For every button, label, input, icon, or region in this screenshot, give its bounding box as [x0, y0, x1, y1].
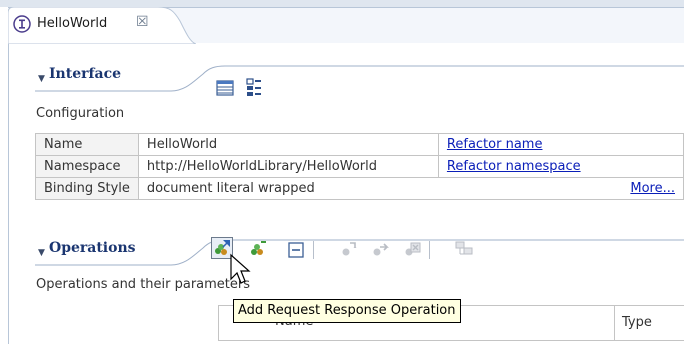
tooltip: Add Request Response Operation — [233, 299, 461, 323]
table-view-icon[interactable] — [215, 78, 235, 98]
configuration-subtitle: Configuration — [36, 106, 125, 121]
table-row: Binding Style document literal wrapped M… — [35, 177, 684, 200]
row-key: Name — [35, 133, 139, 156]
row-key: Binding Style — [35, 177, 139, 200]
more-cell: More... — [438, 177, 684, 200]
interface-icon — [13, 15, 31, 33]
operations-section-rule — [35, 239, 684, 266]
interface-section-rule — [35, 65, 684, 92]
svg-text:1: 1 — [353, 243, 357, 250]
close-icon[interactable]: ☒ — [136, 14, 149, 30]
refactor-name-cell: Refactor name — [438, 133, 684, 156]
column-header-type[interactable]: Type — [622, 315, 652, 330]
configuration-table: Name HelloWorld Refactor name Namespace … — [35, 133, 684, 200]
refactor-namespace-link[interactable]: Refactor namespace — [447, 159, 581, 174]
tree-view-icon[interactable] — [244, 77, 264, 97]
editor-tab-strip: HelloWorld ☒ — [0, 0, 684, 44]
row-key: Namespace — [35, 155, 139, 178]
toolbar-separator — [429, 241, 430, 259]
mouse-cursor-icon — [230, 253, 251, 284]
row-value: HelloWorld — [137, 133, 439, 156]
refactor-name-link[interactable]: Refactor name — [447, 137, 543, 152]
collapse-icon[interactable] — [286, 240, 306, 260]
add-fault-icon[interactable] — [454, 239, 474, 259]
more-link[interactable]: More... — [630, 181, 675, 196]
add-output-icon[interactable] — [370, 239, 390, 259]
table-row: Namespace http://HelloWorldLibrary/Hello… — [35, 155, 684, 178]
toolbar-separator — [313, 241, 314, 259]
row-value: document literal wrapped — [137, 177, 439, 200]
operations-subtitle: Operations and their parameters — [36, 277, 251, 292]
column-divider — [614, 306, 615, 340]
refactor-namespace-cell: Refactor namespace — [438, 155, 684, 178]
tab-title[interactable]: HelloWorld — [37, 16, 107, 31]
add-one-way-operation-icon[interactable] — [248, 239, 268, 259]
tab-strip-top-band — [0, 0, 684, 7]
table-row: Name HelloWorld Refactor name — [35, 133, 684, 156]
add-input-icon[interactable]: 1 — [339, 239, 359, 259]
row-value: http://HelloWorldLibrary/HelloWorld — [137, 155, 439, 178]
delete-icon[interactable] — [402, 239, 422, 259]
